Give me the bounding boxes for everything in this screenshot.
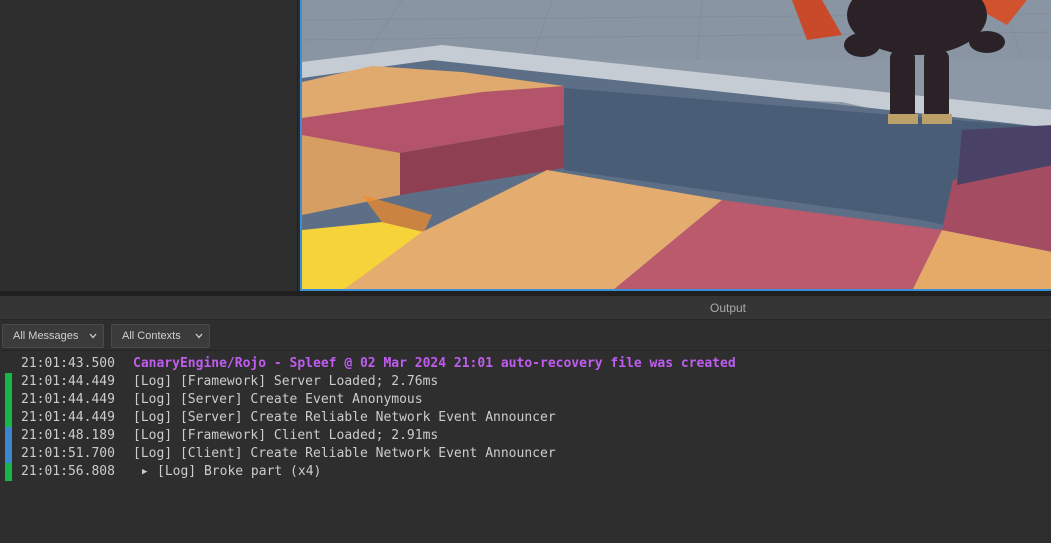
server-context-indicator xyxy=(5,391,12,409)
server-context-indicator xyxy=(5,409,12,427)
viewport-scene xyxy=(302,0,1051,289)
output-title: Output xyxy=(0,296,1051,320)
expand-arrow-icon[interactable]: ▶ xyxy=(142,463,147,481)
log-row[interactable]: 21:01:51.700 [Log] [Client] Create Reliab… xyxy=(0,445,1051,463)
explorer-panel xyxy=(0,0,298,291)
log-message: [Log] [Client] Create Reliable Network E… xyxy=(133,446,556,461)
log-row[interactable]: 21:01:48.189 [Log] [Framework] Client Loa… xyxy=(0,427,1051,445)
log-row[interactable]: 21:01:44.449 [Log] [Server] Create Event … xyxy=(0,391,1051,409)
log-row[interactable]: 21:01:43.500 CanaryEngine/Rojo - Spleef @… xyxy=(0,355,1051,373)
log-row[interactable]: 21:01:56.808 ▶ [Log] Broke part (x4) xyxy=(0,463,1051,481)
log-timestamp: 21:01:43.500 xyxy=(21,356,115,371)
log-timestamp: 21:01:44.449 xyxy=(21,410,115,425)
log-timestamp: 21:01:56.808 xyxy=(21,464,115,479)
log-message: [Log] [Framework] Server Loaded; 2.76ms xyxy=(133,374,439,389)
log-message: [Log] [Framework] Client Loaded; 2.91ms xyxy=(133,428,439,443)
log-message: [Log] Broke part (x4) xyxy=(157,464,322,479)
server-context-indicator xyxy=(5,373,12,391)
messages-filter-dropdown[interactable]: All Messages xyxy=(2,324,104,348)
log-timestamp: 21:01:48.189 xyxy=(21,428,115,443)
log-message: [Log] [Server] Create Event Anonymous xyxy=(133,392,423,407)
server-context-indicator xyxy=(5,463,12,481)
log-timestamp: 21:01:44.449 xyxy=(21,374,115,389)
filter-bar: All Messages All Contexts xyxy=(0,320,1051,351)
contexts-filter-dropdown[interactable]: All Contexts xyxy=(111,324,210,348)
client-context-indicator xyxy=(5,445,12,463)
messages-filter-label: All Messages xyxy=(13,330,79,342)
game-viewport[interactable] xyxy=(300,0,1051,291)
log-row[interactable]: 21:01:44.449 [Log] [Framework] Server Loa… xyxy=(0,373,1051,391)
log-message: CanaryEngine/Rojo - Spleef @ 02 Mar 2024… xyxy=(133,356,736,371)
chevron-down-icon xyxy=(89,333,97,339)
log-timestamp: 21:01:51.700 xyxy=(21,446,115,461)
log-message: [Log] [Server] Create Reliable Network E… xyxy=(133,410,556,425)
output-log: 21:01:43.500 CanaryEngine/Rojo - Spleef @… xyxy=(0,355,1051,543)
chevron-down-icon xyxy=(195,333,203,339)
client-context-indicator xyxy=(5,427,12,445)
output-panel: Output All Messages All Contexts 21:01:4… xyxy=(0,296,1051,543)
log-row[interactable]: 21:01:44.449 [Log] [Server] Create Reliab… xyxy=(0,409,1051,427)
log-timestamp: 21:01:44.449 xyxy=(21,392,115,407)
contexts-filter-label: All Contexts xyxy=(122,330,181,342)
